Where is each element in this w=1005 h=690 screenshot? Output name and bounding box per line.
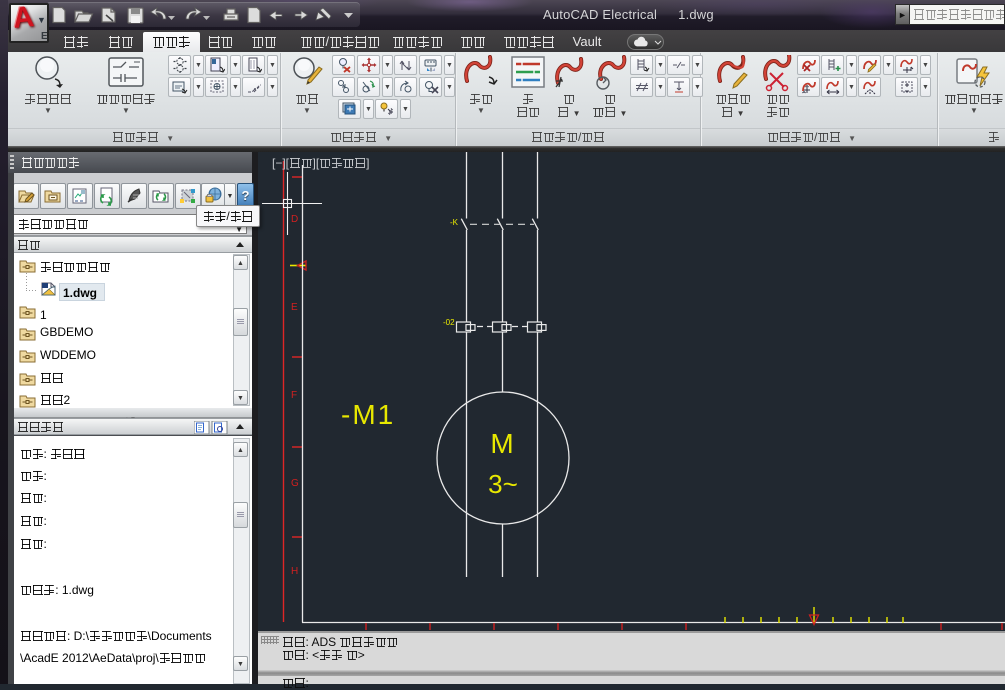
- svg-text:3~: 3~: [488, 469, 518, 499]
- svg-text:G: G: [291, 478, 299, 489]
- svg-text:-M1: -M1: [341, 399, 395, 430]
- svg-text:E: E: [291, 302, 298, 313]
- svg-text:M: M: [490, 428, 513, 459]
- svg-text:H: H: [291, 566, 298, 577]
- svg-text:-K: -K: [450, 218, 459, 227]
- svg-text:-02: -02: [443, 318, 455, 327]
- svg-text:F: F: [291, 390, 297, 401]
- svg-text:D: D: [291, 214, 298, 225]
